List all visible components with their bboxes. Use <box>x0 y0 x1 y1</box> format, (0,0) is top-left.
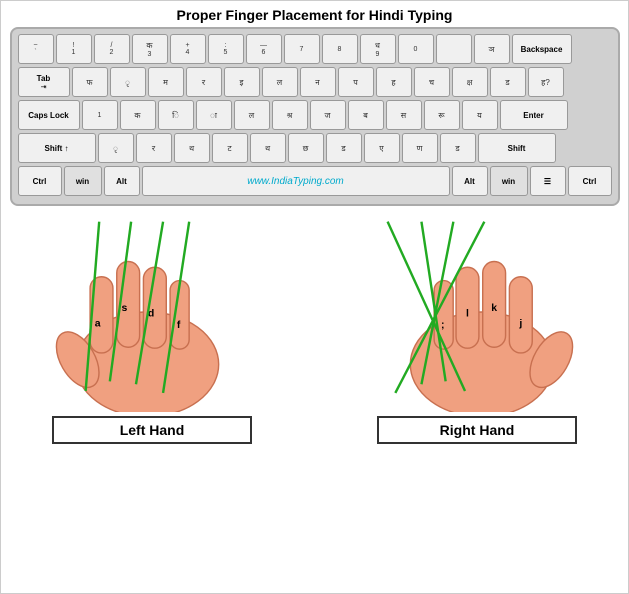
key-2[interactable]: /2 <box>94 34 130 64</box>
key-l[interactable]: स <box>386 100 422 130</box>
svg-text:d: d <box>148 309 154 320</box>
svg-text:a: a <box>95 318 101 329</box>
key-period[interactable]: ण <box>402 133 438 163</box>
keyboard-row-2: Tab⇥ फ ृ म र इ ल न प ह च क्ष ड ह? <box>18 67 612 97</box>
key-h[interactable]: श्र <box>272 100 308 130</box>
key-ctrl-left[interactable]: Ctrl <box>18 166 62 196</box>
svg-text:j: j <box>518 318 522 329</box>
key-s[interactable]: क <box>120 100 156 130</box>
keyboard: ~` !1 /2 क3 +4 :5 —6 7 8 ध9 0 ञ Backspac… <box>10 27 620 206</box>
key-d[interactable]: ि <box>158 100 194 130</box>
key-q[interactable]: फ <box>72 67 108 97</box>
key-p[interactable]: च <box>414 67 450 97</box>
key-8[interactable]: 8 <box>322 34 358 64</box>
hands-section: a s d f Left Hand <box>10 210 620 444</box>
svg-text:;: ; <box>441 320 445 331</box>
svg-text:k: k <box>491 303 497 314</box>
key-w[interactable]: ृ <box>110 67 146 97</box>
key-g[interactable]: ल <box>234 100 270 130</box>
key-v[interactable]: ट <box>212 133 248 163</box>
key-n[interactable]: छ <box>288 133 324 163</box>
keyboard-row-1: ~` !1 /2 क3 +4 :5 —6 7 8 ध9 0 ञ Backspac… <box>18 34 612 64</box>
key-quote[interactable]: य <box>462 100 498 130</box>
key-alt-left[interactable]: Alt <box>104 166 140 196</box>
key-alt-right[interactable]: Alt <box>452 166 488 196</box>
key-j[interactable]: ज <box>310 100 346 130</box>
key-y[interactable]: ल <box>262 67 298 97</box>
key-win-left[interactable]: win <box>64 166 102 196</box>
key-x[interactable]: र <box>136 133 172 163</box>
right-hand-label: Right Hand <box>377 416 577 444</box>
key-backspace[interactable]: Backspace <box>512 34 572 64</box>
svg-text:s: s <box>121 303 127 314</box>
svg-text:f: f <box>177 320 181 331</box>
key-semicolon[interactable]: रू <box>424 100 460 130</box>
website-text: www.IndiaTyping.com <box>247 176 344 187</box>
svg-text:l: l <box>466 309 469 320</box>
keyboard-row-3: Caps Lock 1 क ि ा ल श्र ज ब स रू य Enter <box>18 100 612 130</box>
key-6[interactable]: —6 <box>246 34 282 64</box>
key-m[interactable]: ड <box>326 133 362 163</box>
key-9[interactable]: ध9 <box>360 34 396 64</box>
left-hand-container: a s d f Left Hand <box>10 212 295 444</box>
key-i[interactable]: प <box>338 67 374 97</box>
key-backtick[interactable]: ~` <box>18 34 54 64</box>
key-comma[interactable]: ए <box>364 133 400 163</box>
page-title: Proper Finger Placement for Hindi Typing <box>177 7 453 23</box>
key-menu[interactable]: ☰ <box>530 166 566 196</box>
key-0[interactable]: 0 <box>398 34 434 64</box>
hands-area: a s d f Left Hand <box>10 212 620 444</box>
key-a[interactable]: 1 <box>82 100 118 130</box>
key-z[interactable]: ृ <box>98 133 134 163</box>
key-t[interactable]: इ <box>224 67 260 97</box>
key-equals[interactable]: ञ <box>474 34 510 64</box>
key-ctrl-right[interactable]: Ctrl <box>568 166 612 196</box>
key-lbracket[interactable]: क्ष <box>452 67 488 97</box>
key-f[interactable]: ा <box>196 100 232 130</box>
key-shift-right[interactable]: Shift <box>478 133 556 163</box>
key-k[interactable]: ब <box>348 100 384 130</box>
key-space[interactable]: www.IndiaTyping.com <box>142 166 450 196</box>
right-hand-container: ; l k j Right Hand <box>335 212 620 444</box>
key-5[interactable]: :5 <box>208 34 244 64</box>
key-minus[interactable] <box>436 34 472 64</box>
key-o[interactable]: ह <box>376 67 412 97</box>
key-3[interactable]: क3 <box>132 34 168 64</box>
key-7[interactable]: 7 <box>284 34 320 64</box>
key-c[interactable]: थ <box>174 133 210 163</box>
key-1[interactable]: !1 <box>56 34 92 64</box>
key-4[interactable]: +4 <box>170 34 206 64</box>
key-backslash[interactable]: ह? <box>528 67 564 97</box>
key-r[interactable]: र <box>186 67 222 97</box>
key-e[interactable]: म <box>148 67 184 97</box>
key-shift-left[interactable]: Shift ↑ <box>18 133 96 163</box>
key-capslock[interactable]: Caps Lock <box>18 100 80 130</box>
key-u[interactable]: न <box>300 67 336 97</box>
left-hand-label: Left Hand <box>52 416 252 444</box>
left-hand-svg: a s d f <box>32 212 272 412</box>
key-rbracket[interactable]: ड <box>490 67 526 97</box>
key-b[interactable]: थ <box>250 133 286 163</box>
main-container: Proper Finger Placement for Hindi Typing… <box>0 0 629 594</box>
key-enter[interactable]: Enter <box>500 100 568 130</box>
keyboard-row-5: Ctrl win Alt www.IndiaTyping.com Alt win… <box>18 166 612 196</box>
key-slash[interactable]: ड <box>440 133 476 163</box>
key-win-right[interactable]: win <box>490 166 528 196</box>
right-hand-svg: ; l k j <box>357 212 597 412</box>
keyboard-row-4: Shift ↑ ृ र थ ट थ छ ड ए ण ड Shift <box>18 133 612 163</box>
key-tab[interactable]: Tab⇥ <box>18 67 70 97</box>
